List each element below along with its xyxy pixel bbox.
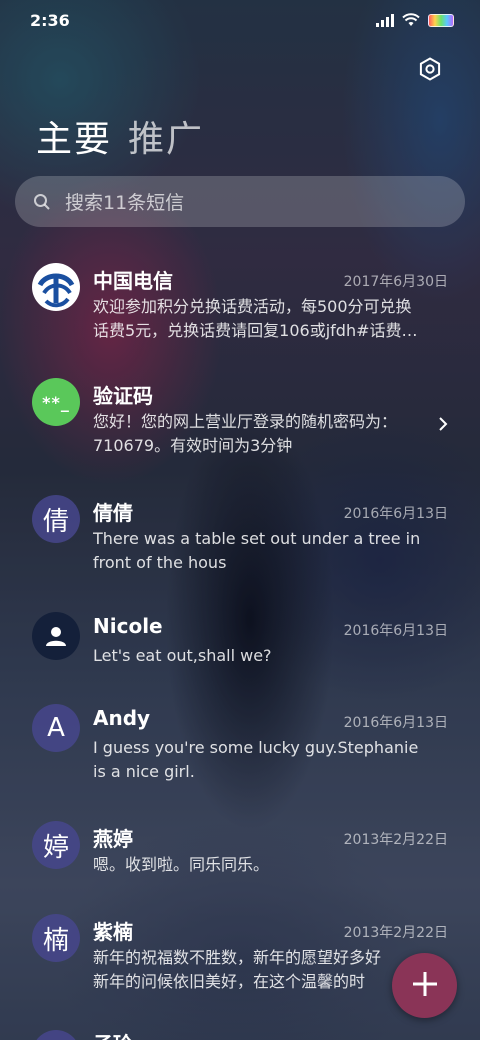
thread-date: 2013年2月22日 <box>343 925 448 941</box>
thread-verification-code[interactable]: **_ 验证码 您好！您的网上营业厅登录的随机密码为： 710679。有效时间为… <box>0 372 480 482</box>
verification-avatar: **_ <box>32 378 80 426</box>
thread-snippet: I guess you're some lucky guy.Stephanie … <box>93 738 419 781</box>
contact-avatar: 楠 <box>32 914 80 962</box>
thread-snippet: 欢迎参加积分兑换话费活动，每500分可兑换 话费5元，兑换话费请回复106或jf… <box>93 297 418 340</box>
status-time: 2:36 <box>30 11 70 30</box>
search-icon <box>33 193 51 211</box>
thread-name: 倩倩 <box>93 501 133 525</box>
chevron-right-icon[interactable] <box>436 416 450 431</box>
thread-name: Nicole <box>93 614 163 638</box>
thread-snippet: There was a table set out under a tree i… <box>93 529 421 572</box>
contact-avatar: 倩 <box>32 495 80 543</box>
battery-icon <box>428 14 454 27</box>
status-bar: 2:36 <box>0 0 480 40</box>
contact-avatar: A <box>32 704 80 752</box>
gear-icon[interactable] <box>418 57 442 81</box>
tab-primary[interactable]: 主要 <box>36 110 112 162</box>
thread-snippet: 新年的祝福数不胜数，新年的愿望好多好 新年的问候依旧美好，在这个温馨的时 <box>93 948 382 991</box>
signal-icon <box>376 14 394 27</box>
new-message-button[interactable] <box>392 953 457 1018</box>
thread-name: Andy <box>93 706 151 730</box>
status-icons <box>376 13 454 27</box>
thread-china-telecom[interactable]: 中国电信 2017年6月30日 欢迎参加积分兑换话费活动，每500分可兑换 话费… <box>0 255 480 365</box>
thread-date: 2016年6月13日 <box>343 715 448 731</box>
thread-andy[interactable]: A Andy 2016年6月13日 I guess you're some lu… <box>0 700 480 810</box>
thread-name: 紫楠 <box>93 920 133 944</box>
tab-promotions[interactable]: 推广 <box>128 110 204 162</box>
contact-avatar <box>32 1030 80 1040</box>
wifi-icon <box>402 13 420 27</box>
thread-name: 中国电信 <box>93 269 173 293</box>
thread-name: 燕婷 <box>93 827 133 851</box>
plus-icon <box>411 970 439 1002</box>
thread-qianqian[interactable]: 倩 倩倩 2016年6月13日 There was a table set ou… <box>0 489 480 599</box>
person-icon <box>32 612 80 660</box>
thread-snippet: 嗯。收到啦。同乐同乐。 <box>93 855 270 874</box>
contact-avatar: 婷 <box>32 821 80 869</box>
thread-date: 2013年2月22日 <box>343 832 448 848</box>
thread-name: 子玲 <box>93 1028 133 1040</box>
thread-ziling[interactable]: 子玲 <box>0 1024 480 1040</box>
search-bar[interactable]: 搜索11条短信 <box>15 176 465 227</box>
thread-date: 2016年6月13日 <box>343 623 448 639</box>
china-telecom-logo <box>32 263 80 311</box>
thread-date: 2017年6月30日 <box>343 274 448 290</box>
tab-bar: 主要 推广 <box>36 110 204 162</box>
thread-snippet: Let's eat out,shall we? <box>93 646 272 665</box>
thread-name: 验证码 <box>93 384 153 408</box>
thread-snippet: 您好！您的网上营业厅登录的随机密码为： 710679。有效时间为3分钟 <box>93 412 398 455</box>
thread-date: 2016年6月13日 <box>343 506 448 522</box>
search-input[interactable]: 搜索11条短信 <box>65 188 184 215</box>
